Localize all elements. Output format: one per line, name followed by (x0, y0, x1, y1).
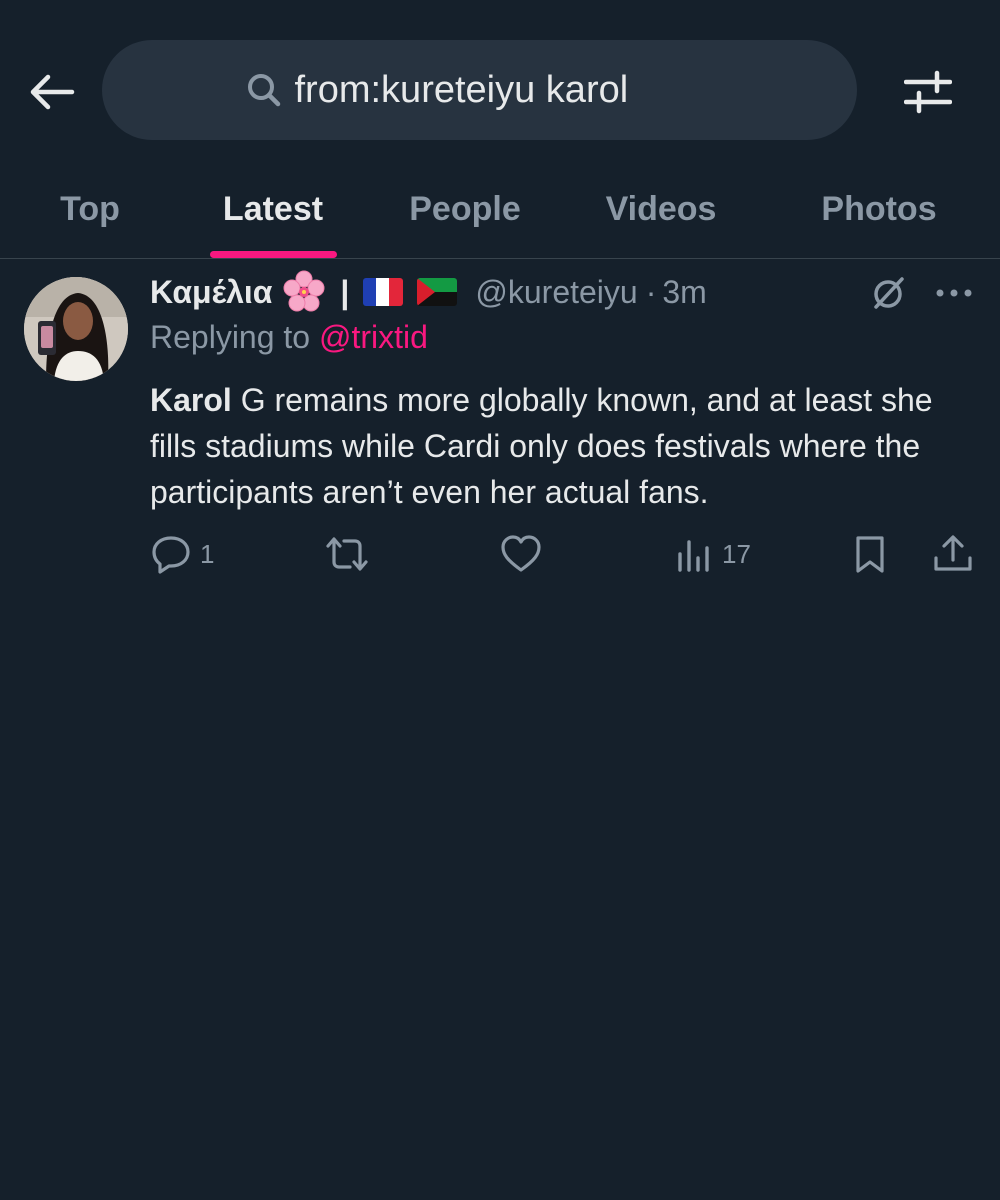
search-input[interactable] (294, 68, 715, 112)
tab-people[interactable]: People (392, 160, 538, 258)
tweet-text: Karol G remains more globally known, and… (150, 377, 980, 515)
views-button[interactable]: 17 (676, 531, 751, 577)
tab-videos[interactable]: Videos (590, 160, 732, 258)
reply-button[interactable]: 1 (150, 531, 214, 577)
display-name[interactable]: Καμέλια (150, 274, 272, 311)
back-button[interactable] (24, 64, 80, 120)
search-results-page: Top Latest People Videos Photos Καμέλια (0, 0, 1000, 1200)
tweet[interactable]: Καμέλια | @kureteiyu · 3m Replying to @t… (0, 259, 1000, 599)
name-separator: | (340, 273, 350, 310)
heart-icon (501, 535, 541, 572)
replying-to: Replying to @trixtid (150, 319, 428, 356)
sliders-icon (904, 70, 952, 114)
reply-count: 1 (200, 538, 215, 569)
tweet-header: Καμέλια | @kureteiyu · 3m (150, 267, 707, 317)
bookmark-button[interactable] (852, 531, 888, 577)
share-button[interactable] (932, 531, 974, 577)
tweet-actions: 1 17 (0, 531, 1000, 577)
views-chart-icon (678, 540, 709, 572)
reply-icon (152, 536, 190, 574)
replying-to-handle[interactable]: @trixtid (319, 319, 428, 355)
tab-top[interactable]: Top (30, 160, 150, 258)
flag-france-icon (363, 278, 404, 306)
tab-photos[interactable]: Photos (804, 160, 954, 258)
active-tab-indicator (210, 251, 337, 258)
tab-latest[interactable]: Latest (200, 160, 346, 258)
like-button[interactable] (499, 531, 551, 577)
views-count: 17 (722, 538, 751, 569)
retweet-icon (326, 537, 368, 571)
search-icon (245, 71, 283, 109)
bookmark-icon (856, 536, 884, 573)
user-handle[interactable]: @kureteiyu (475, 274, 637, 311)
replying-to-label: Replying to (150, 319, 319, 355)
retweet-button[interactable] (324, 531, 378, 577)
flag-martinique-icon (417, 278, 458, 306)
share-icon (934, 535, 972, 571)
grok-icon[interactable] (868, 273, 908, 313)
search-bar[interactable] (102, 40, 857, 140)
search-filter-button[interactable] (900, 64, 956, 120)
avatar[interactable] (24, 277, 128, 381)
search-tabs: Top Latest People Videos Photos (0, 160, 1000, 259)
more-options-icon[interactable] (932, 273, 976, 313)
tweet-text-body: G remains more globally known, and at le… (150, 382, 933, 510)
cherry-blossom-icon (283, 270, 325, 312)
tweet-time[interactable]: 3m (662, 274, 706, 311)
meta-dot: · (645, 273, 657, 310)
tweet-text-highlight: Karol (150, 382, 232, 418)
arrow-left-icon (30, 74, 75, 110)
